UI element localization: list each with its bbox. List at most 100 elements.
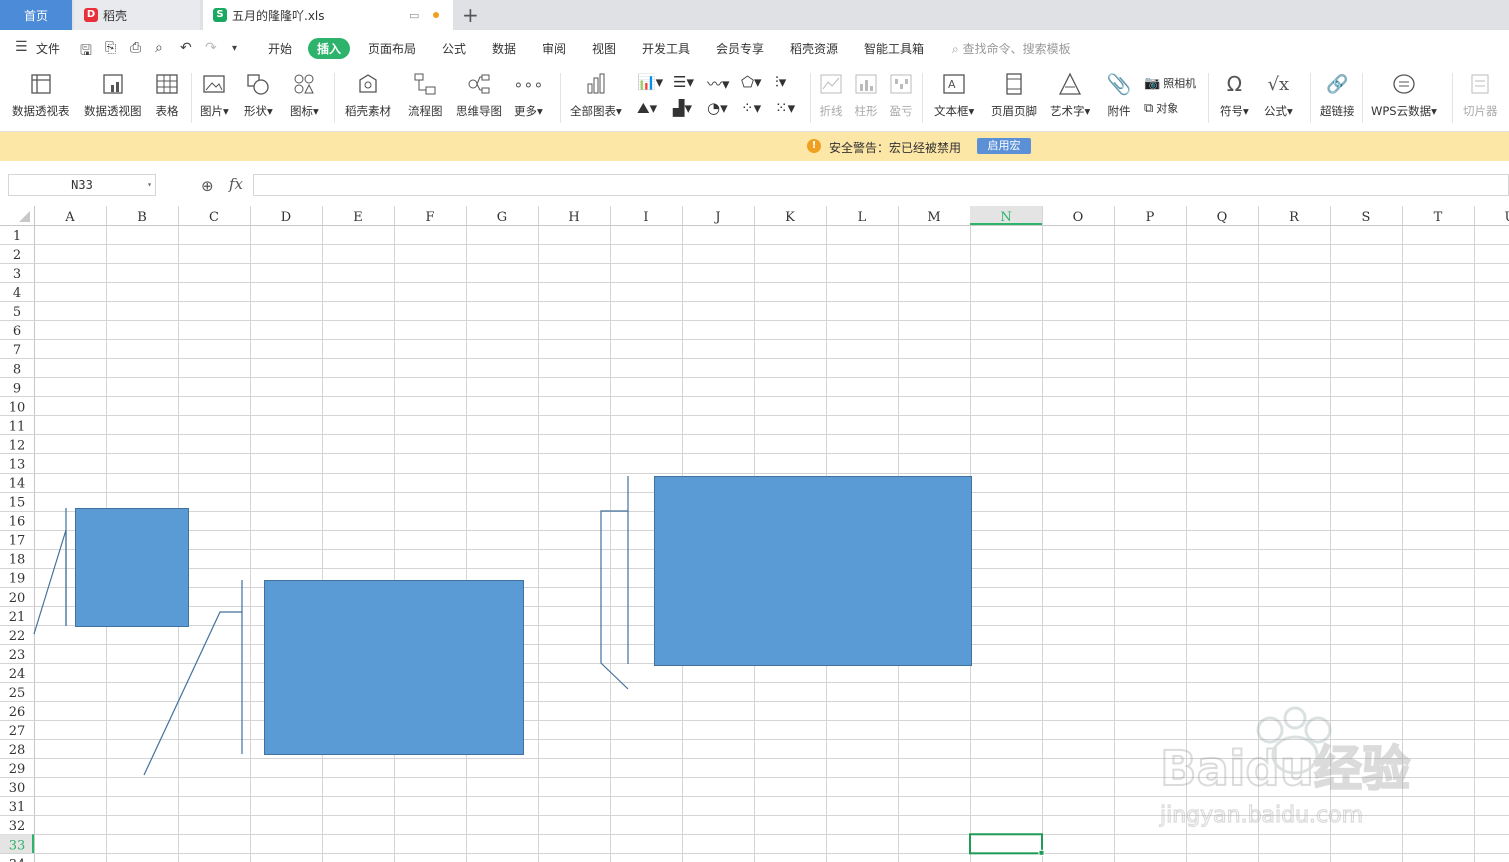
mindmap-button[interactable]: 思维导图 [456,71,502,119]
hyperlink-button[interactable]: 🔗 超链接 [1320,71,1355,119]
enable-macro-button[interactable]: 启用宏 [977,138,1031,154]
wps-cloud-button[interactable]: WPS云数据▾ [1371,71,1437,119]
command-search[interactable]: ⌕ 查找命令、搜索模板 [952,40,1071,57]
row-header-3[interactable]: 3 [13,267,21,282]
row-header-24[interactable]: 24 [9,667,26,682]
scatter-chart-icon[interactable]: ⁘▾ [741,99,761,117]
print-icon[interactable]: ⎙ [130,40,141,56]
row-header-21[interactable]: 21 [9,610,26,625]
column-header-A[interactable]: A [64,210,75,225]
column-header-Q[interactable]: Q [1217,210,1228,225]
column-header-C[interactable]: C [209,210,219,225]
bar-chart-horizontal-icon[interactable]: ☰▾ [673,73,694,91]
new-tab-button[interactable]: + [462,3,479,27]
row-header-31[interactable]: 31 [9,800,26,815]
redo-icon[interactable]: ↷ [205,40,217,56]
fill-handle[interactable] [1038,849,1045,856]
menu-page-layout[interactable]: 页面布局 [368,40,416,57]
row-header-19[interactable]: 19 [9,572,26,587]
column-header-E[interactable]: E [353,210,363,225]
column-header-L[interactable]: L [858,210,867,225]
row-header-20[interactable]: 20 [9,591,26,606]
column-header-G[interactable]: G [497,210,507,225]
row-header-11[interactable]: 11 [9,419,26,434]
column-header-I[interactable]: I [643,210,648,225]
tab-home[interactable]: 首页 [0,0,72,30]
camera-button[interactable]: 📷 照相机 [1144,75,1196,91]
menu-member[interactable]: 会员专享 [716,40,764,57]
save-icon[interactable]: 🖫 [80,40,92,64]
row-header-12[interactable]: 12 [9,438,26,453]
menu-review[interactable]: 审阅 [542,40,566,57]
shape-button[interactable]: 形状▾ [244,71,273,119]
row-header-5[interactable]: 5 [13,305,21,320]
menu-developer[interactable]: 开发工具 [642,40,690,57]
column-header-O[interactable]: O [1073,210,1084,225]
column-chart-icon[interactable]: 📊▾ [637,73,663,91]
row-header-32[interactable]: 32 [9,819,26,834]
object-button[interactable]: ⧉ 对象 [1144,100,1178,116]
row-header-8[interactable]: 8 [13,362,21,377]
row-header-18[interactable]: 18 [9,553,26,568]
column-header-M[interactable]: M [927,210,940,225]
file-menu[interactable]: 文件 [36,40,60,57]
line-chart-icon[interactable]: 〰▾ [707,73,730,94]
row-header-25[interactable]: 25 [9,686,26,701]
row-header-28[interactable]: 28 [9,743,26,758]
column-header-R[interactable]: R [1289,210,1300,225]
icons-button[interactable]: 图标▾ [290,71,319,119]
row-header-17[interactable]: 17 [9,534,26,549]
pie-chart-icon[interactable]: ◔▾ [707,99,728,117]
column-header-F[interactable]: F [425,210,434,225]
row-header-10[interactable]: 10 [9,400,26,415]
print-preview-icon[interactable]: ⌕ [155,40,163,56]
formula-input[interactable] [253,174,1509,196]
menu-data[interactable]: 数据 [492,40,516,57]
screen-icon[interactable]: ▭ [409,9,419,22]
name-box[interactable]: N33 ▾ [8,174,156,196]
row-header-4[interactable]: 4 [13,286,21,301]
sparkline-line-button[interactable]: 折线 [818,71,844,119]
row-header-27[interactable]: 27 [9,724,26,739]
row-header-22[interactable]: 22 [9,629,26,644]
fx-icon[interactable]: fx [229,175,243,193]
row-header-16[interactable]: 16 [9,515,26,530]
column-header-T[interactable]: T [1434,210,1443,225]
column-header-P[interactable]: P [1146,210,1155,225]
sparkline-column-button[interactable]: 柱形 [853,71,879,119]
sparkline-winloss-button[interactable]: 盈亏 [888,71,914,119]
row-header-33[interactable]: 33 [9,838,26,853]
export-pdf-icon[interactable]: ⎘ [105,40,116,56]
undo-icon[interactable]: ↶ [180,40,192,56]
tab-daoke[interactable]: D 稻壳 [74,0,200,30]
combo-chart-icon[interactable]: ▟▾ [673,99,692,117]
chevron-down-icon[interactable]: ▾ [147,175,152,195]
row-header-1[interactable]: 1 [13,229,21,244]
stock-chart-icon[interactable]: ⫶▾ [775,73,786,91]
tab-document[interactable]: S 五月的隆隆吖.xls ▭ [203,0,453,30]
all-charts-button[interactable]: 全部图表▾ [570,71,622,119]
row-header-34[interactable]: 34 [9,857,26,862]
menu-daoke-resources[interactable]: 稻壳资源 [790,40,838,57]
formula-button[interactable]: √x 公式▾ [1264,71,1293,119]
row-header-26[interactable]: 26 [9,705,26,720]
row-header-6[interactable]: 6 [13,324,21,339]
symbol-button[interactable]: Ω 符号▾ [1220,71,1249,119]
more-button[interactable]: ∘∘∘ 更多▾ [513,71,543,119]
picture-button[interactable]: 图片▾ [200,71,229,119]
menu-view[interactable]: 视图 [592,40,616,57]
hamburger-icon[interactable]: ☰ [15,39,28,55]
radar-chart-icon[interactable]: ⬠▾ [741,73,762,91]
row-header-2[interactable]: 2 [13,248,21,263]
wordart-button[interactable]: 艺术字▾ [1050,71,1090,119]
row-header-13[interactable]: 13 [9,457,26,472]
menu-smart-toolbox[interactable]: 智能工具箱 [864,40,924,57]
area-chart-icon[interactable]: ⛰▾ [637,99,657,117]
table-button[interactable]: 表格 [154,71,180,119]
row-header-7[interactable]: 7 [13,343,21,358]
flowchart-button[interactable]: 流程图 [408,71,443,119]
column-header-N[interactable]: N [1000,210,1011,225]
row-header-15[interactable]: 15 [9,496,26,511]
bubble-chart-icon[interactable]: ⁙▾ [775,99,795,117]
column-header-D[interactable]: D [281,210,291,225]
